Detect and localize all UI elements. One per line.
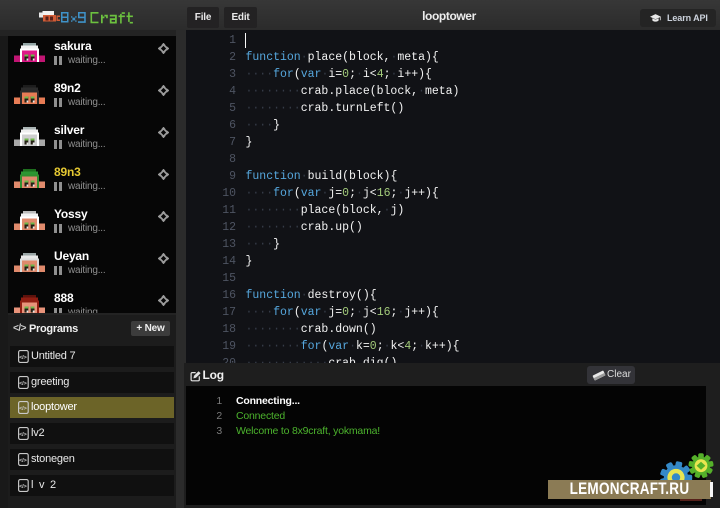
svg-text:</>: </> xyxy=(19,355,27,361)
svg-text:</>: </> xyxy=(19,381,27,387)
svg-text:</>: </> xyxy=(19,432,27,438)
svg-text:</>: </> xyxy=(19,407,27,413)
svg-text:</>: </> xyxy=(19,484,27,490)
svg-text:</>: </> xyxy=(19,458,27,464)
